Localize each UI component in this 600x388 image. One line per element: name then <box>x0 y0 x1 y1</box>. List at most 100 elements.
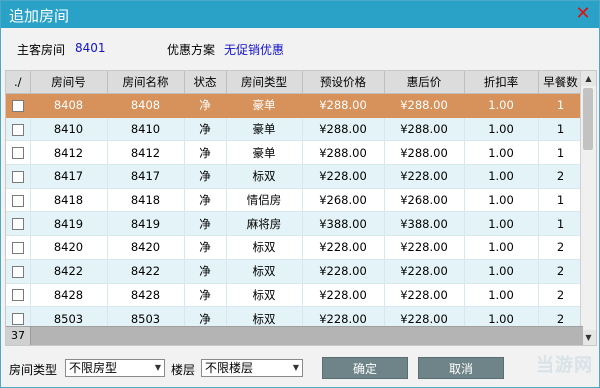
col-status-header[interactable]: 状态 <box>184 71 227 94</box>
scroll-down-icon[interactable]: ▼ <box>581 330 596 345</box>
discounted-price-cell: ¥228.00 <box>384 283 465 308</box>
discounted-price-cell: ¥288.00 <box>384 117 465 142</box>
room-status-cell: 净 <box>184 259 227 284</box>
row-select-cell <box>6 93 31 118</box>
preset-price-cell: ¥228.00 <box>302 235 385 260</box>
row-select-cell <box>6 283 31 308</box>
col-breakfast-header[interactable]: 早餐数 <box>538 71 584 94</box>
discount-rate-cell: 1.00 <box>464 259 539 284</box>
room-name-cell: 8418 <box>107 188 185 213</box>
row-checkbox[interactable] <box>11 218 24 231</box>
table-row[interactable]: 8422 8422 净标双 ¥228.00 ¥228.00 1.00 2 <box>6 259 584 284</box>
room-status-cell: 净 <box>184 164 227 189</box>
preset-price-cell: ¥268.00 <box>302 188 385 213</box>
preset-price-cell: ¥288.00 <box>302 117 385 142</box>
cancel-button[interactable]: 取消 <box>418 357 504 379</box>
row-checkbox[interactable] <box>11 123 24 136</box>
room-number-cell: 8412 <box>30 140 108 166</box>
floor-select[interactable]: 不限楼层 ▼ <box>201 359 303 377</box>
preset-price-cell: ¥228.00 <box>302 283 385 308</box>
room-type-value: 不限房型 <box>69 361 118 375</box>
row-checkbox[interactable] <box>11 265 24 278</box>
row-select-cell <box>6 117 31 142</box>
breakfast-count-cell: 1 <box>538 188 584 213</box>
discount-rate-cell: 1.00 <box>464 140 539 166</box>
col-room-name-header[interactable]: 房间名称 <box>107 71 185 94</box>
table-body: 8408 8408 净豪单 ¥288.00 ¥288.00 1.00 1 8410 8410 净豪… <box>6 93 584 331</box>
promo-label: 优惠方案 <box>167 43 216 57</box>
room-number-cell: 8408 <box>30 93 108 118</box>
room-name-cell: 8417 <box>107 164 185 189</box>
bottom-bar: 房间类型 不限房型 ▼ 楼层 不限楼层 ▼ 确定 取消 当游网 <box>1 355 599 381</box>
discount-rate-cell: 1.00 <box>464 164 539 189</box>
room-name-cell: 8420 <box>107 235 185 260</box>
row-select-cell <box>6 164 31 189</box>
preset-price-cell: ¥288.00 <box>302 93 385 118</box>
close-icon[interactable]: ✕ <box>573 3 593 25</box>
discount-rate-cell: 1.00 <box>464 188 539 213</box>
room-type-select[interactable]: 不限房型 ▼ <box>65 359 165 377</box>
scroll-up-icon[interactable]: ▲ <box>581 71 596 86</box>
room-status-cell: 净 <box>184 235 227 260</box>
room-number-cell: 8420 <box>30 235 108 260</box>
row-checkbox[interactable] <box>11 170 24 183</box>
discounted-price-cell: ¥288.00 <box>384 140 465 166</box>
row-checkbox[interactable] <box>11 241 24 254</box>
title-bar: 追加房间 ✕ <box>1 1 599 28</box>
main-room-value: 8401 <box>75 41 106 55</box>
scroll-thumb[interactable] <box>583 88 593 150</box>
discounted-price-cell: ¥228.00 <box>384 259 465 284</box>
discounted-price-cell: ¥228.00 <box>384 164 465 189</box>
room-type-cell: 标双 <box>226 283 303 308</box>
row-checkbox[interactable] <box>11 194 24 207</box>
table-row[interactable]: 8417 8417 净标双 ¥228.00 ¥228.00 1.00 2 <box>6 164 584 189</box>
row-checkbox[interactable] <box>11 147 24 160</box>
table-row[interactable]: 8428 8428 净标双 ¥228.00 ¥228.00 1.00 2 <box>6 283 584 308</box>
table-row[interactable]: 8419 8419 净麻将房 ¥388.00 ¥388.00 1.00 1 <box>6 211 584 237</box>
room-status-cell: 净 <box>184 188 227 213</box>
window-title: 追加房间 <box>9 7 70 25</box>
floor-value: 不限楼层 <box>205 361 254 375</box>
room-name-cell: 8428 <box>107 283 185 308</box>
room-type-cell: 豪单 <box>226 93 303 118</box>
table-row[interactable]: 8408 8408 净豪单 ¥288.00 ¥288.00 1.00 1 <box>6 93 584 118</box>
room-type-cell: 豪单 <box>226 140 303 166</box>
col-price-header[interactable]: 预设价格 <box>302 71 385 94</box>
row-checkbox[interactable] <box>11 313 24 326</box>
breakfast-count-cell: 1 <box>538 211 584 237</box>
room-status-cell: 净 <box>184 93 227 118</box>
row-checkbox[interactable] <box>11 289 24 302</box>
room-type-cell: 标双 <box>226 235 303 260</box>
floor-label: 楼层 <box>171 363 196 377</box>
col-discount-header[interactable]: 折扣率 <box>464 71 539 94</box>
col-room-type-header[interactable]: 房间类型 <box>226 71 303 94</box>
col-room-no-header[interactable]: 房间号 <box>30 71 108 94</box>
room-number-cell: 8417 <box>30 164 108 189</box>
discounted-price-cell: ¥228.00 <box>384 235 465 260</box>
table-row[interactable]: 8412 8412 净豪单 ¥288.00 ¥288.00 1.00 1 <box>6 140 584 166</box>
room-type-cell: 标双 <box>226 259 303 284</box>
row-select-cell <box>6 188 31 213</box>
room-type-cell: 豪单 <box>226 117 303 142</box>
table-row[interactable]: 8420 8420 净标双 ¥228.00 ¥228.00 1.00 2 <box>6 235 584 260</box>
breakfast-count-cell: 2 <box>538 283 584 308</box>
col-after-price-header[interactable]: 惠后价 <box>384 71 465 94</box>
breakfast-count-cell: 2 <box>538 235 584 260</box>
room-number-cell: 8428 <box>30 283 108 308</box>
room-status-cell: 净 <box>184 283 227 308</box>
vertical-scrollbar[interactable]: ▲ ▼ <box>580 71 596 345</box>
table-row[interactable]: 8418 8418 净情侣房 ¥268.00 ¥268.00 1.00 1 <box>6 188 584 213</box>
preset-price-cell: ¥288.00 <box>302 140 385 166</box>
table-header: ./ 房间号 房间名称 状态 房间类型 预设价格 惠后价 折扣率 早餐数 <box>6 71 584 94</box>
col-select-header[interactable]: ./ <box>6 71 31 94</box>
room-type-label: 房间类型 <box>9 363 58 377</box>
discounted-price-cell: ¥388.00 <box>384 211 465 237</box>
room-status-cell: 净 <box>184 140 227 166</box>
info-row: 主客房间 8401 优惠方案 无促销优惠 <box>1 41 599 61</box>
room-table: ./ 房间号 房间名称 状态 房间类型 预设价格 惠后价 折扣率 早餐数 840… <box>6 71 584 331</box>
ok-button[interactable]: 确定 <box>322 357 408 379</box>
row-checkbox[interactable] <box>11 99 24 112</box>
promo-value[interactable]: 无促销优惠 <box>224 41 284 58</box>
table-row[interactable]: 8410 8410 净豪单 ¥288.00 ¥288.00 1.00 1 <box>6 117 584 142</box>
room-name-cell: 8412 <box>107 140 185 166</box>
